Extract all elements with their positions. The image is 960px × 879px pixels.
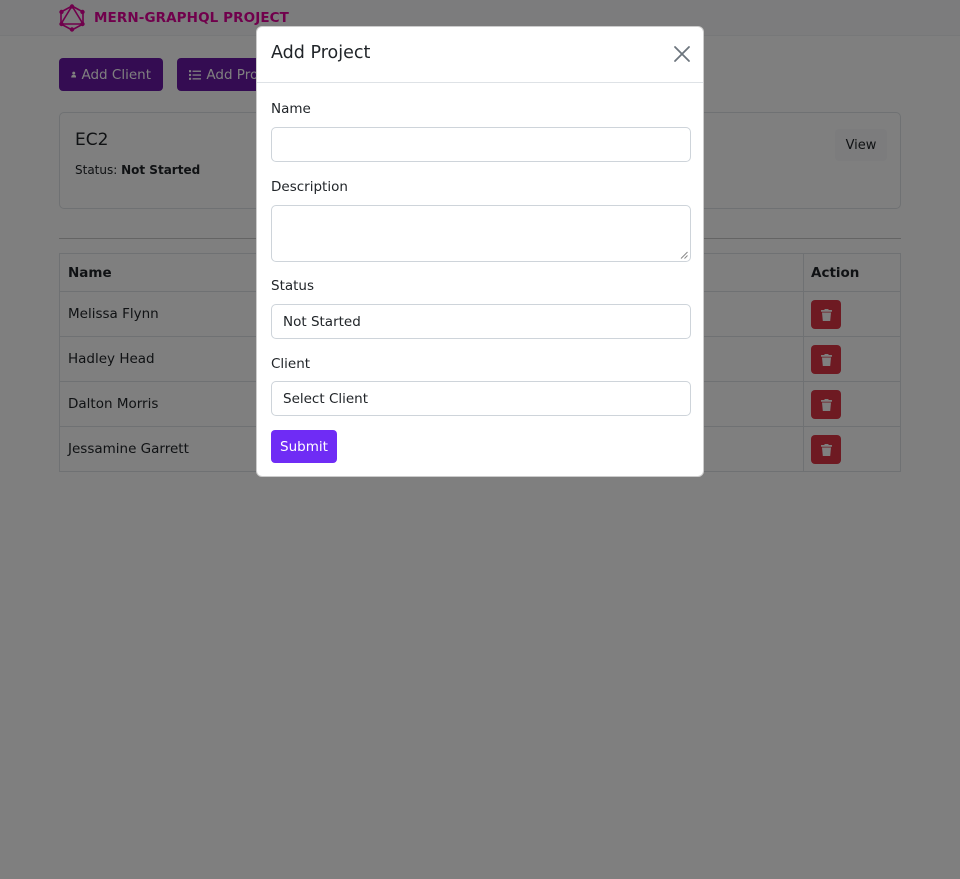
- name-label: Name: [271, 101, 311, 117]
- description-textarea[interactable]: [271, 205, 691, 262]
- add-project-modal: Add Project Name Description Status Not …: [256, 26, 704, 477]
- client-label: Client: [271, 356, 311, 372]
- resize-grip-icon[interactable]: [680, 251, 688, 259]
- status-label: Status: [271, 278, 315, 294]
- status-select[interactable]: Not Started: [271, 304, 691, 339]
- description-label: Description: [271, 179, 348, 195]
- name-input[interactable]: [271, 127, 691, 162]
- modal-title: Add Project: [271, 43, 371, 63]
- close-icon[interactable]: [672, 44, 692, 64]
- client-select[interactable]: Select Client: [271, 381, 691, 416]
- modal-header: Add Project: [257, 27, 703, 83]
- submit-button[interactable]: Submit: [271, 430, 337, 463]
